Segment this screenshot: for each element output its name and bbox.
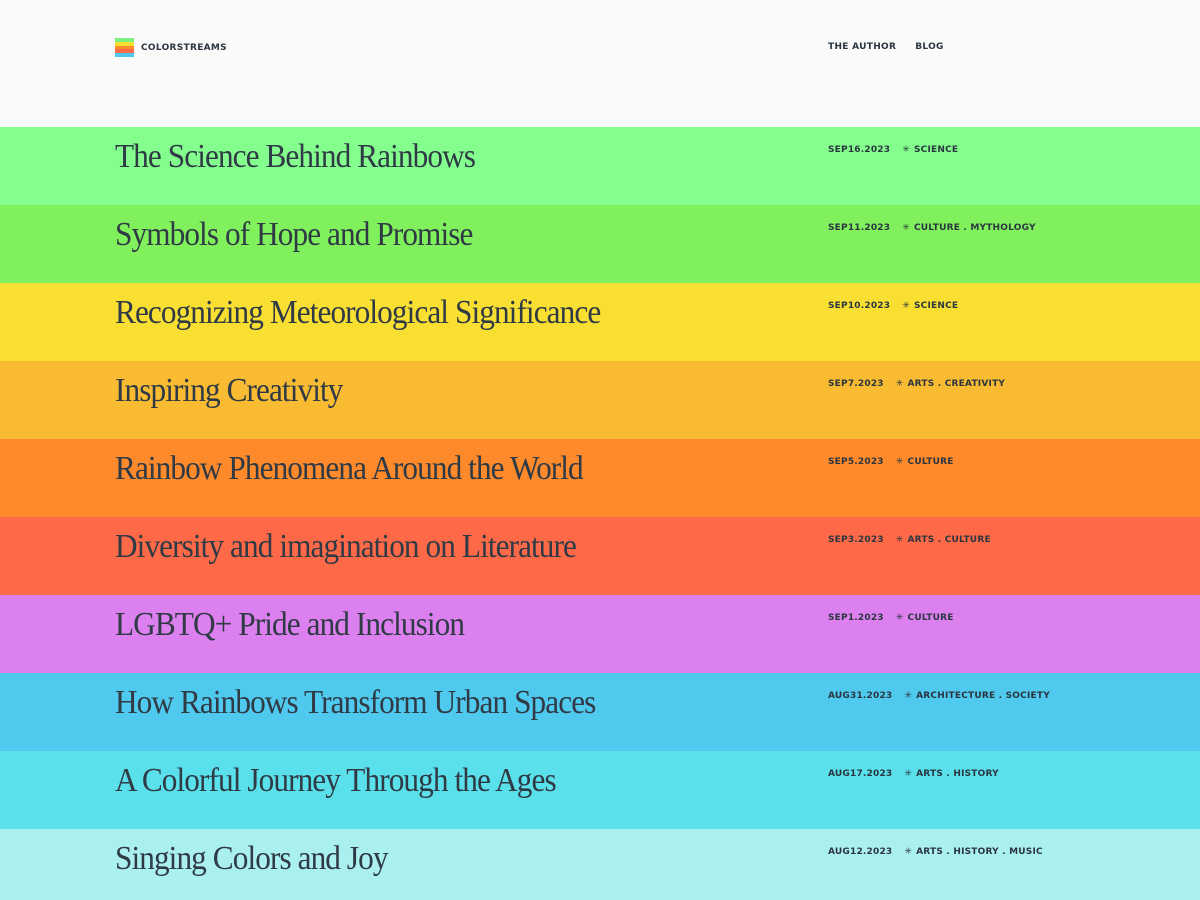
post-title[interactable]: Singing Colors and Joy — [115, 840, 389, 878]
star-icon: ✳ — [904, 691, 913, 701]
post-title[interactable]: LGBTQ+ Pride and Inclusion — [115, 606, 465, 644]
site-logo[interactable]: COLORSTREAMS — [115, 38, 227, 57]
post-title[interactable]: How Rainbows Transform Urban Spaces — [115, 684, 596, 722]
logo-stripe — [115, 53, 134, 57]
post-title[interactable]: Inspiring Creativity — [115, 372, 343, 410]
star-icon: ✳ — [895, 535, 904, 545]
post-tags[interactable]: CULTURE . MYTHOLOGY — [914, 223, 1036, 233]
post-row[interactable]: How Rainbows Transform Urban Spaces AUG3… — [0, 673, 1200, 751]
post-meta: SEP16.2023 ✳ SCIENCE — [828, 145, 958, 155]
site-name: COLORSTREAMS — [141, 42, 227, 53]
post-date: SEP7.2023 — [828, 379, 884, 389]
post-date: SEP3.2023 — [828, 535, 884, 545]
post-meta: SEP3.2023 ✳ ARTS . CULTURE — [828, 535, 991, 545]
post-date: AUG17.2023 — [828, 769, 893, 779]
post-meta: AUG12.2023 ✳ ARTS . HISTORY . MUSIC — [828, 847, 1043, 857]
post-title[interactable]: Symbols of Hope and Promise — [115, 216, 473, 254]
post-title[interactable]: Diversity and imagination on Literature — [115, 528, 577, 566]
post-meta: SEP5.2023 ✳ CULTURE — [828, 457, 954, 467]
post-meta: SEP10.2023 ✳ SCIENCE — [828, 301, 958, 311]
post-meta: SEP11.2023 ✳ CULTURE . MYTHOLOGY — [828, 223, 1036, 233]
post-tags[interactable]: CULTURE — [908, 613, 954, 623]
post-title[interactable]: The Science Behind Rainbows — [115, 138, 476, 176]
post-row[interactable]: Singing Colors and Joy AUG12.2023 ✳ ARTS… — [0, 829, 1200, 900]
post-date: SEP16.2023 — [828, 145, 891, 155]
star-icon: ✳ — [902, 223, 910, 233]
star-icon: ✳ — [902, 301, 910, 311]
star-icon: ✳ — [895, 379, 904, 389]
nav-link-blog[interactable]: BLOG — [915, 42, 944, 52]
logo-rainbow-icon — [115, 38, 134, 57]
post-tags[interactable]: ARTS . HISTORY . MUSIC — [916, 847, 1043, 857]
post-date: SEP11.2023 — [828, 223, 891, 233]
post-row[interactable]: LGBTQ+ Pride and Inclusion SEP1.2023 ✳ C… — [0, 595, 1200, 673]
site-header: COLORSTREAMS THE AUTHOR BLOG — [0, 0, 1200, 127]
post-tags[interactable]: SCIENCE — [914, 301, 958, 311]
post-date: SEP5.2023 — [828, 457, 884, 467]
nav-link-the-author[interactable]: THE AUTHOR — [828, 42, 896, 52]
top-nav: THE AUTHOR BLOG — [828, 42, 963, 52]
post-row[interactable]: Symbols of Hope and Promise SEP11.2023 ✳… — [0, 205, 1200, 283]
post-row[interactable]: Rainbow Phenomena Around the World SEP5.… — [0, 439, 1200, 517]
star-icon: ✳ — [904, 847, 913, 857]
post-list: The Science Behind Rainbows SEP16.2023 ✳… — [0, 127, 1200, 900]
post-date: SEP1.2023 — [828, 613, 884, 623]
post-row[interactable]: The Science Behind Rainbows SEP16.2023 ✳… — [0, 127, 1200, 205]
post-date: AUG31.2023 — [828, 691, 893, 701]
post-tags[interactable]: ARTS . CULTURE — [908, 535, 991, 545]
star-icon: ✳ — [902, 145, 910, 155]
star-icon: ✳ — [904, 769, 913, 779]
post-title[interactable]: Recognizing Meteorological Significance — [115, 294, 601, 332]
post-row[interactable]: Diversity and imagination on Literature … — [0, 517, 1200, 595]
post-meta: SEP7.2023 ✳ ARTS . CREATIVITY — [828, 379, 1005, 389]
post-tags[interactable]: CULTURE — [908, 457, 954, 467]
post-tags[interactable]: ARTS . HISTORY — [916, 769, 999, 779]
post-tags[interactable]: SCIENCE — [914, 145, 958, 155]
post-date: SEP10.2023 — [828, 301, 891, 311]
post-meta: SEP1.2023 ✳ CULTURE — [828, 613, 954, 623]
post-title[interactable]: Rainbow Phenomena Around the World — [115, 450, 584, 488]
post-row[interactable]: A Colorful Journey Through the Ages AUG1… — [0, 751, 1200, 829]
post-date: AUG12.2023 — [828, 847, 893, 857]
post-tags[interactable]: ARTS . CREATIVITY — [908, 379, 1006, 389]
post-row[interactable]: Inspiring Creativity SEP7.2023 ✳ ARTS . … — [0, 361, 1200, 439]
post-meta: AUG17.2023 ✳ ARTS . HISTORY — [828, 769, 999, 779]
star-icon: ✳ — [895, 613, 904, 623]
post-row[interactable]: Recognizing Meteorological Significance … — [0, 283, 1200, 361]
post-title[interactable]: A Colorful Journey Through the Ages — [115, 762, 557, 800]
post-meta: AUG31.2023 ✳ ARCHITECTURE . SOCIETY — [828, 691, 1050, 701]
post-tags[interactable]: ARCHITECTURE . SOCIETY — [916, 691, 1050, 701]
star-icon: ✳ — [895, 457, 904, 467]
